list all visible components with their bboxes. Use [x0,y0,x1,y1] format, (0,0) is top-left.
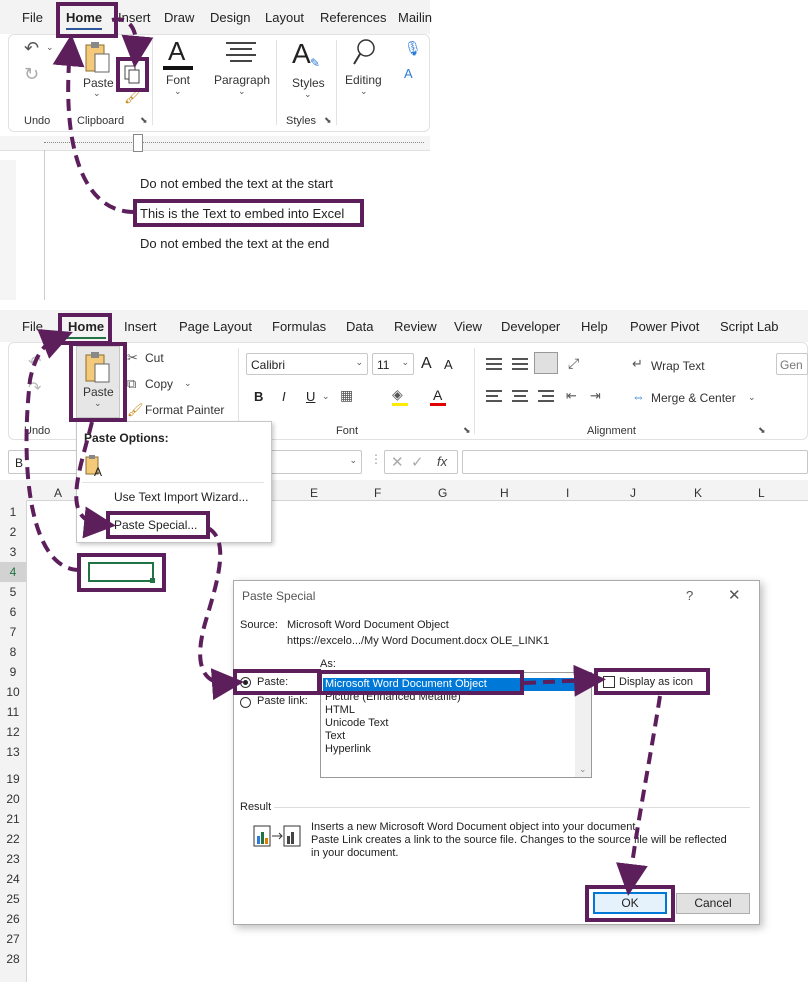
annotation-arrows [24,17,662,896]
